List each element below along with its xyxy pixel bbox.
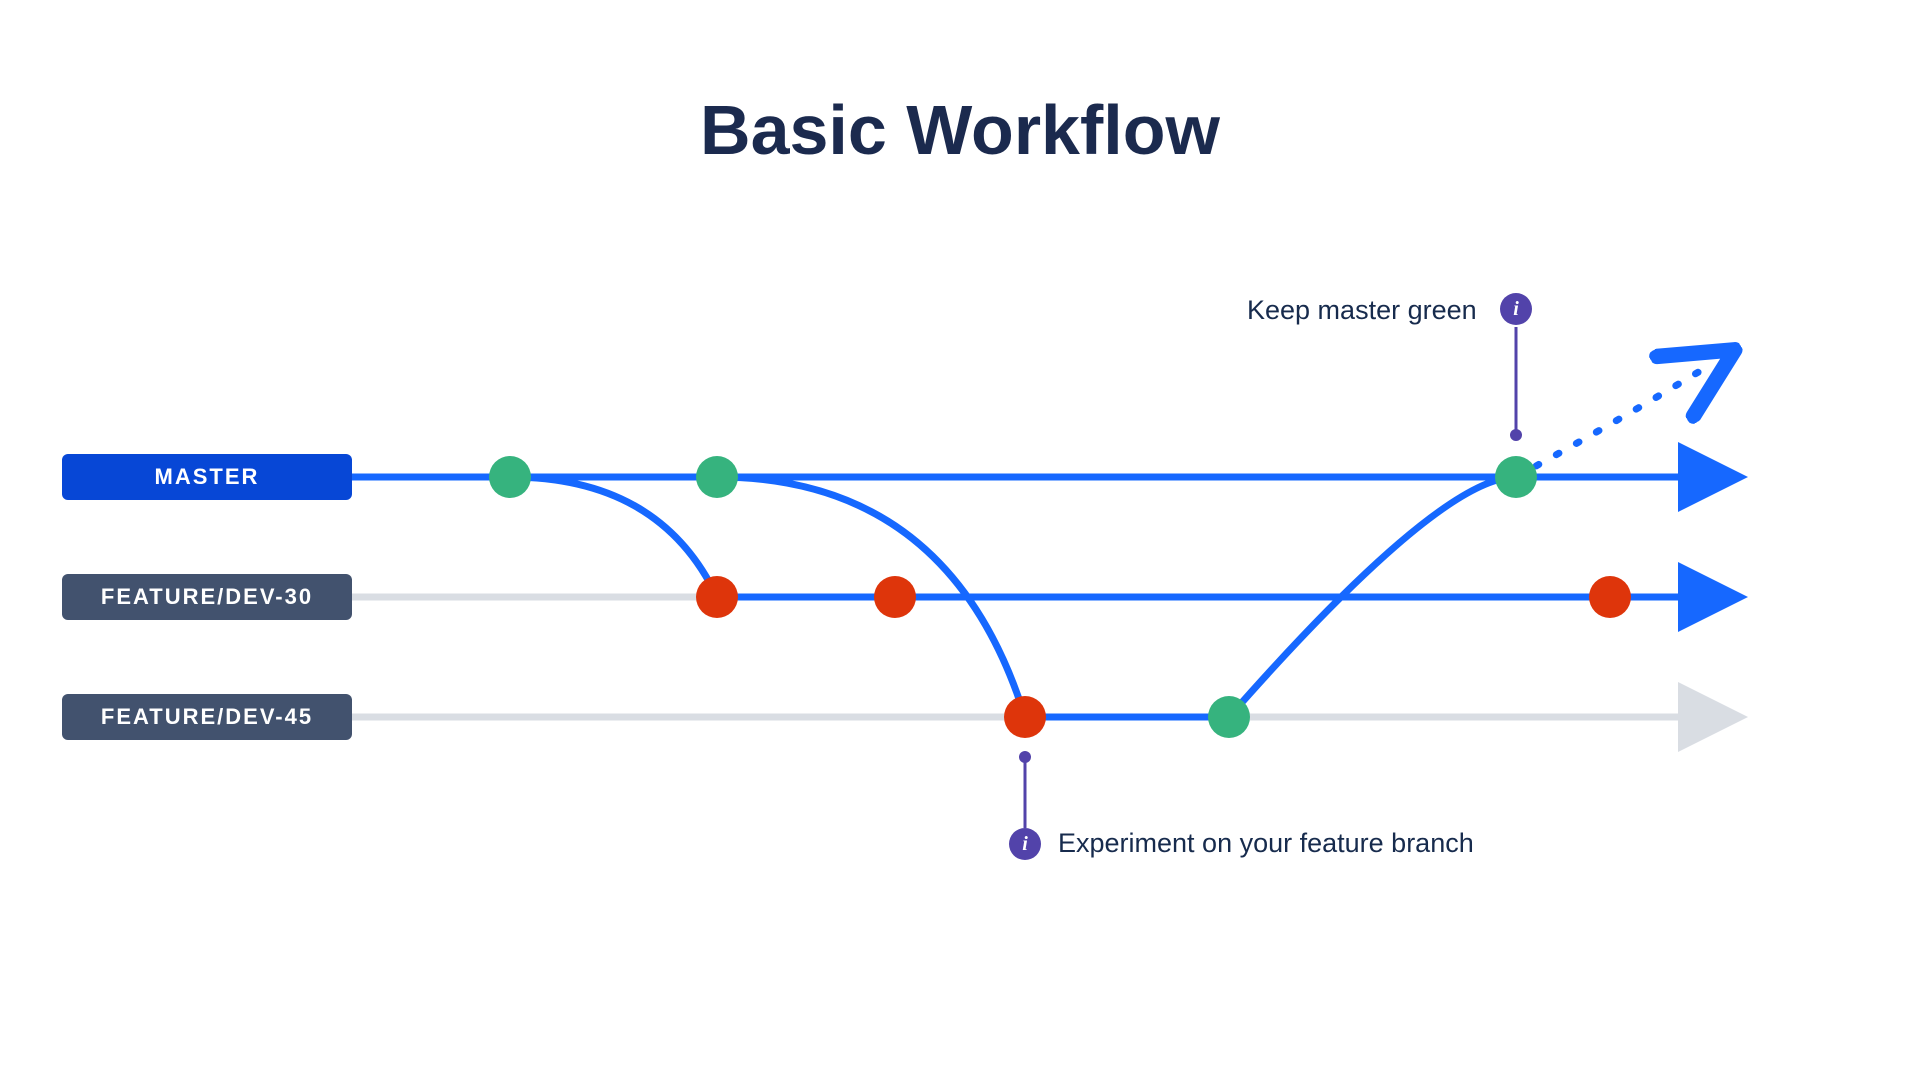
- info-icon: i: [1009, 828, 1041, 860]
- workflow-diagram: Basic Workflow: [0, 0, 1920, 1080]
- branch-label-master: MASTER: [62, 454, 352, 500]
- diagram-svg: [0, 0, 1920, 1080]
- commit-dev30-3: [1589, 576, 1631, 618]
- branch-label-dev30: FEATURE/DEV-30: [62, 574, 352, 620]
- commit-dev30-2: [874, 576, 916, 618]
- branch-label-dev45: FEATURE/DEV-45: [62, 694, 352, 740]
- info-icon: i: [1500, 293, 1532, 325]
- commit-master-1: [489, 456, 531, 498]
- commit-master-2: [696, 456, 738, 498]
- commit-master-3: [1495, 456, 1537, 498]
- commit-dev45-2: [1208, 696, 1250, 738]
- annotation-top-text: Keep master green: [1247, 295, 1477, 326]
- annotation-top-dot: [1510, 429, 1522, 441]
- commit-dev45-1: [1004, 696, 1046, 738]
- commit-dev30-1: [696, 576, 738, 618]
- future-branch-dotted: [1516, 368, 1705, 477]
- branch-master-to-dev30: [510, 477, 717, 597]
- annotation-bottom-dot: [1019, 751, 1031, 763]
- annotation-bottom-text: Experiment on your feature branch: [1058, 828, 1474, 859]
